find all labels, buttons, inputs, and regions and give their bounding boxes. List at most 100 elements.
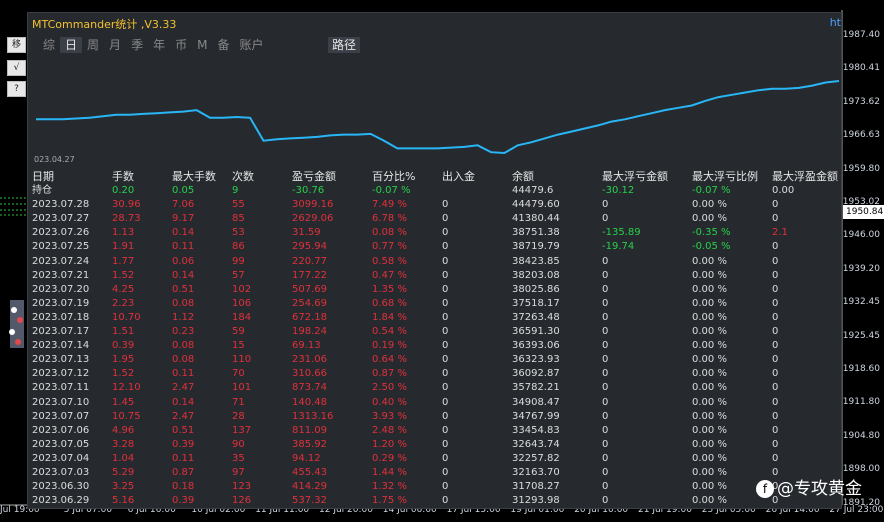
cell-col6: 0 [442, 227, 449, 239]
cell-col3: 28 [232, 410, 245, 422]
cell-col6: 0 [442, 340, 449, 352]
path-button[interactable]: 路径 [328, 37, 361, 53]
move-tool-button[interactable]: 移 [7, 37, 26, 53]
cell-col9: 0.00 % [692, 424, 727, 436]
table-row: 2023.07.21 1.52 0.14 57 177.22 0.47 % 0 38203.0… [28, 269, 841, 283]
cell-col10: 0 [772, 255, 779, 267]
cell-col6: 0 [442, 396, 449, 408]
cell-col0: 2023.07.18 [32, 311, 90, 323]
cell-col9: 0.00 % [692, 326, 727, 338]
check-tool-button[interactable]: √ [7, 60, 26, 76]
cell-col6: 0 [442, 354, 449, 366]
cell-col1: 2.23 [112, 297, 135, 309]
balance-curve-start-date: 023.04.27 [34, 155, 75, 164]
cell-col8: 0 [602, 311, 609, 323]
cell-col10: 0 [772, 340, 779, 352]
table-row: 2023.07.13 1.95 0.08 110 231.06 0.64 % 0 36323.… [28, 353, 841, 367]
tab-1[interactable]: 日 [60, 37, 83, 53]
tab-3[interactable]: 月 [104, 37, 126, 53]
cell-col5: 1.20 % [372, 438, 407, 450]
tab-7[interactable]: M [192, 37, 212, 53]
cell-col6: 0 [442, 495, 449, 507]
price-tick: 1973.62 [842, 96, 880, 107]
cell-col10: 0 [772, 311, 779, 323]
cell-col5: 0.87 % [372, 368, 407, 380]
period-tabs: 综日周月季年币 M 备账户 [38, 37, 269, 53]
cell-col10: 最大浮盈金额 [772, 170, 838, 183]
cell-col4: 537.32 [292, 495, 327, 507]
cell-col4: 盈亏金额 [292, 170, 336, 183]
cell-col0: 2023.07.26 [32, 227, 90, 239]
cell-col0: 持仓 [32, 185, 52, 197]
cell-col3: 123 [232, 481, 252, 493]
cell-col7: 34767.99 [512, 410, 560, 422]
cell-col8: 0 [602, 466, 609, 478]
cell-col9: 0.00 % [692, 466, 727, 478]
cell-col2: 2.47 [172, 382, 195, 394]
cell-col2: 0.11 [172, 368, 195, 380]
cell-col2: 0.05 [172, 185, 195, 197]
cell-col4: 873.74 [292, 382, 327, 394]
table-row: 2023.07.06 4.96 0.51 137 811.09 2.48 % 0 33454.… [28, 424, 841, 438]
cell-col0: 2023.07.14 [32, 340, 90, 352]
daily-stats-table: 日期 手数 最大手数 次数 盈亏金额 百分比% 出入金 余额 最大浮亏金额 最大浮亏比例 最大浮盈金… [28, 170, 841, 508]
cell-col3: 86 [232, 241, 245, 253]
cell-col1: 5.16 [112, 495, 135, 507]
cell-col8: 0 [602, 424, 609, 436]
price-tick: 1959.80 [842, 163, 880, 174]
cell-col5: 0.64 % [372, 354, 407, 366]
tab-0[interactable]: 综 [38, 37, 60, 53]
cell-col9: 0.00 % [692, 438, 727, 450]
table-row: 2023.07.19 2.23 0.08 106 254.69 0.68 % 0 37518.… [28, 297, 841, 311]
cell-col4: 385.92 [292, 438, 327, 450]
cell-col8: -30.12 [602, 185, 635, 197]
tab-8[interactable]: 备 [212, 37, 234, 53]
help-button[interactable]: ? [7, 81, 26, 97]
balance-curve-line [36, 80, 840, 155]
cell-col1: 1.91 [112, 241, 135, 253]
cell-col4: 310.66 [292, 368, 327, 380]
cell-col8: 0 [602, 382, 609, 394]
cell-col7: 36323.93 [512, 354, 560, 366]
cell-col6: 0 [442, 269, 449, 281]
table-row: 2023.07.03 5.29 0.87 97 455.43 1.44 % 0 32163.7… [28, 466, 841, 480]
cell-col4: 231.06 [292, 354, 327, 366]
cell-col8: 0 [602, 452, 609, 464]
cell-col1: 手数 [112, 170, 134, 183]
tab-6[interactable]: 币 [170, 37, 192, 53]
panel-title-link[interactable]: ht [830, 16, 841, 29]
cell-col6: 0 [442, 213, 449, 225]
tab-5[interactable]: 年 [148, 37, 170, 53]
cell-col7: 36393.06 [512, 340, 560, 352]
table-row: 2023.07.10 1.45 0.14 71 140.48 0.40 % 0 34908.4… [28, 396, 841, 410]
cell-col2: 0.18 [172, 481, 195, 493]
balance-curve-chart [36, 80, 840, 155]
cell-col9: 0.00 % [692, 269, 727, 281]
cell-col4: 69.13 [292, 340, 321, 352]
cell-col4: 811.09 [292, 424, 327, 436]
cell-col5: 0.47 % [372, 269, 407, 281]
cell-col7: 31708.27 [512, 481, 560, 493]
cell-col10: 0 [772, 213, 779, 225]
cell-col2: 0.08 [172, 297, 195, 309]
cell-col7: 44479.6 [512, 185, 554, 197]
cell-col1: 12.10 [112, 382, 141, 394]
tab-4[interactable]: 季 [126, 37, 148, 53]
cell-col9: -0.07 % [692, 185, 731, 197]
cell-col6: 0 [442, 283, 449, 295]
cell-col7: 41380.44 [512, 213, 560, 225]
cell-col7: 37518.17 [512, 297, 560, 309]
cell-col10: 0 [772, 297, 779, 309]
table-row: 2023.07.14 0.39 0.08 15 69.13 0.19 % 0 36393.06… [28, 339, 841, 353]
price-tick: 1904.80 [842, 430, 880, 441]
cell-col9: 0.00 % [692, 354, 727, 366]
cell-col3: 106 [232, 297, 252, 309]
cell-col1: 3.28 [112, 438, 135, 450]
cell-col7: 36092.87 [512, 368, 560, 380]
price-tick: 1966.63 [842, 130, 880, 141]
tab-2[interactable]: 周 [82, 37, 104, 53]
cell-col4: 295.94 [292, 241, 327, 253]
tab-9[interactable]: 账户 [234, 37, 268, 53]
table-row: 2023.07.05 3.28 0.39 90 385.92 1.20 % 0 32643.7… [28, 438, 841, 452]
cell-col2: 0.39 [172, 438, 195, 450]
